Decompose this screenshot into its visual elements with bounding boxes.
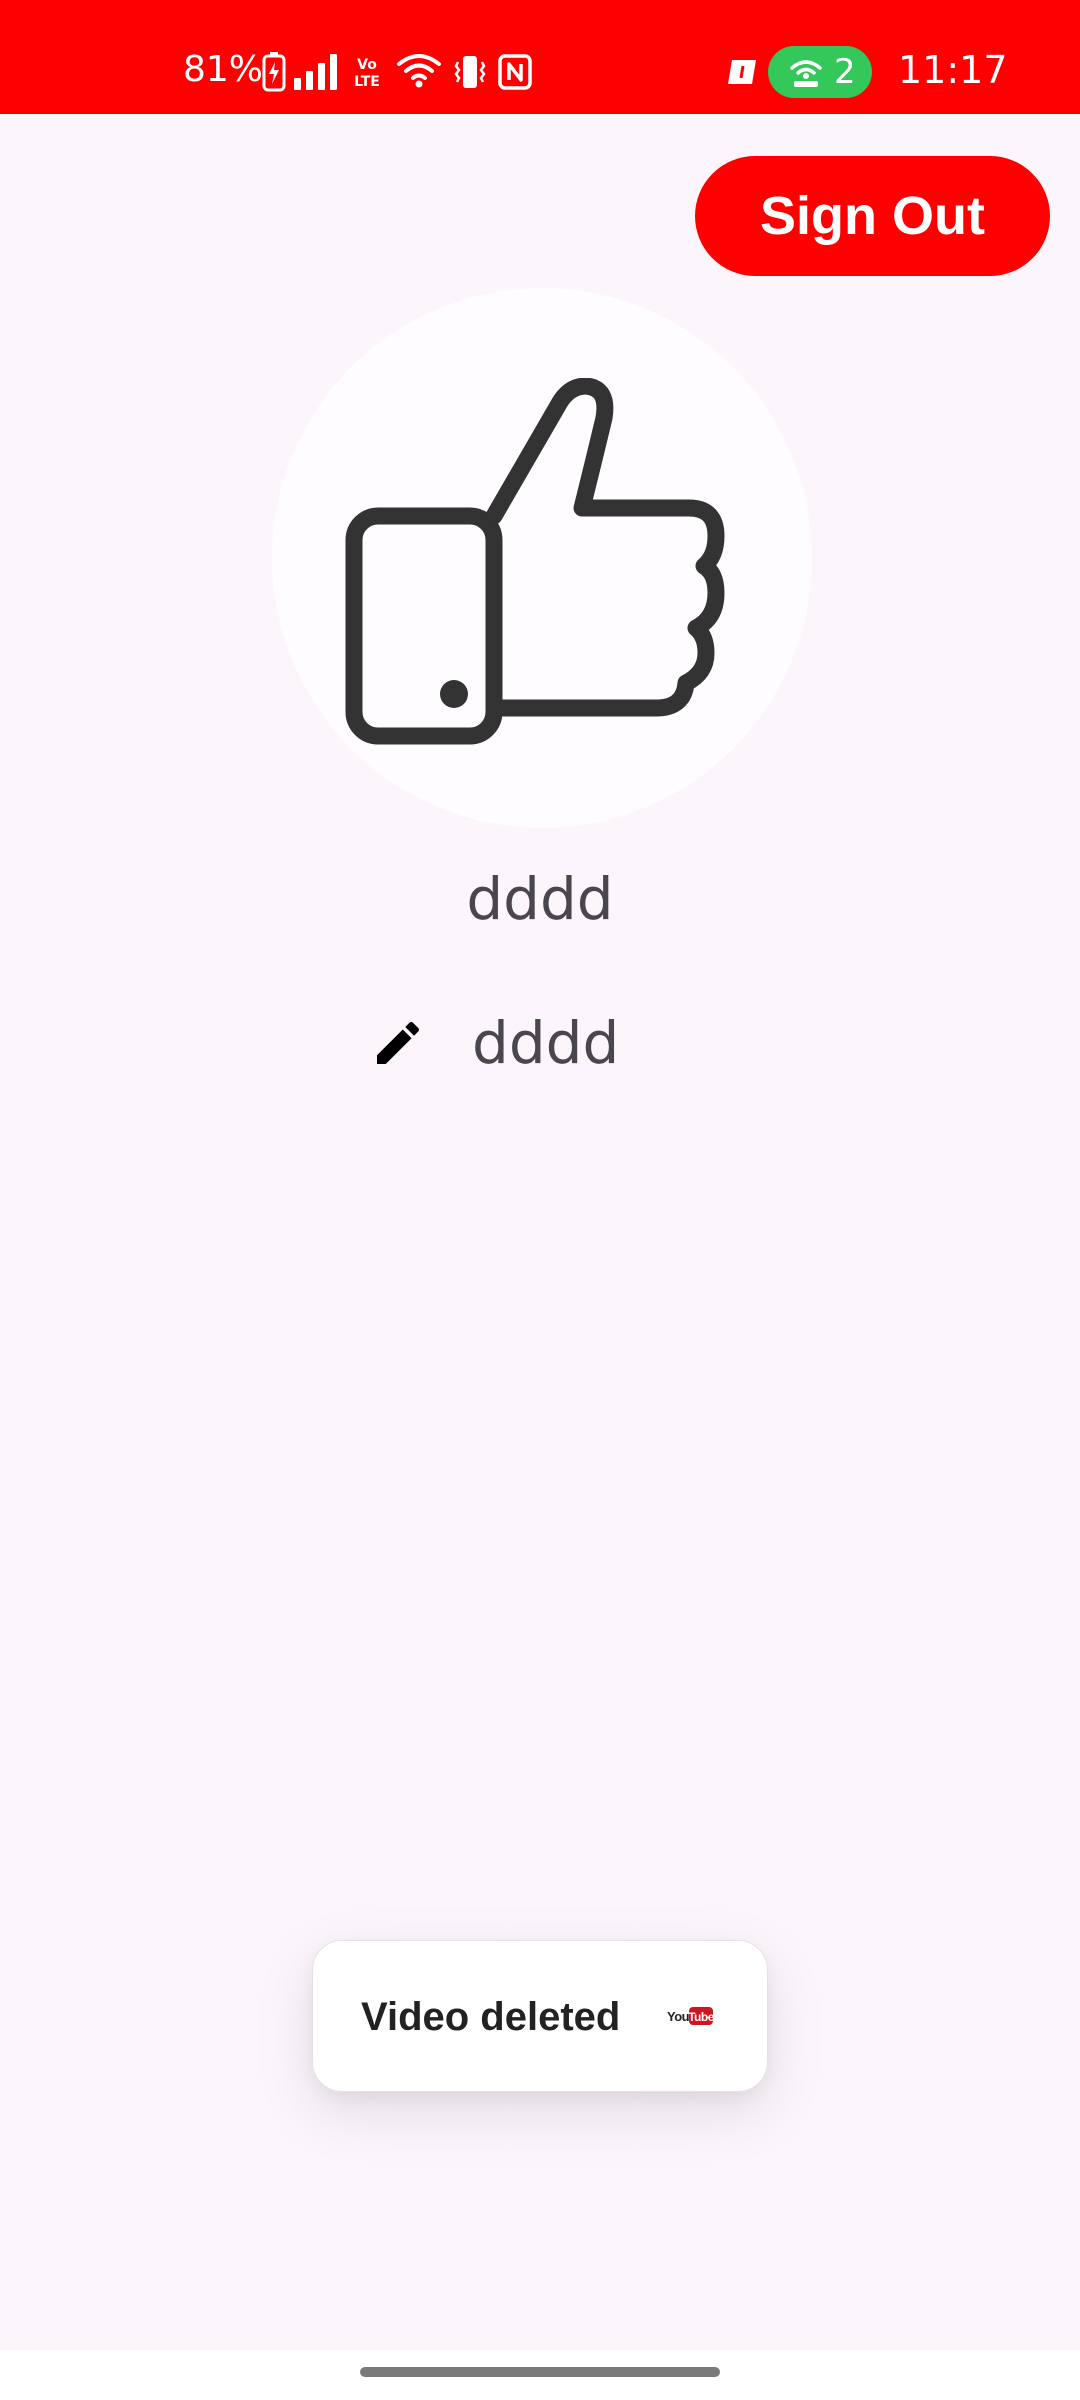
battery-percentage: 81% <box>183 49 264 90</box>
username-label: dddd <box>466 865 614 933</box>
toast-notification: Video deleted You Tube <box>312 1940 768 2092</box>
avatar[interactable] <box>272 288 812 828</box>
navigation-bar <box>0 2350 1080 2400</box>
volte-icon: Vo LTE <box>354 57 380 90</box>
hotspot-indicator[interactable]: 2 <box>768 46 872 98</box>
hotspot-icon <box>790 60 822 87</box>
thumbs-up-icon <box>345 378 725 745</box>
toast-message: Video deleted <box>361 1995 621 2039</box>
svg-text:Tube: Tube <box>688 2010 713 2024</box>
sign-out-button[interactable]: Sign Out <box>695 156 1050 276</box>
battery-charging-icon <box>262 52 286 92</box>
vibrate-icon <box>454 56 486 88</box>
svg-text:Vo: Vo <box>357 57 377 73</box>
hotspot-count: 2 <box>834 52 856 92</box>
signal-icon <box>294 54 337 90</box>
editable-name: dddd <box>472 1009 620 1077</box>
nfc-icon <box>498 54 532 90</box>
wifi-icon <box>397 54 441 88</box>
home-gesture-handle[interactable] <box>360 2367 720 2377</box>
clock: 11:17 <box>898 48 1008 92</box>
status-bar: 81% Vo LTE 2 11:17 <box>0 0 1080 114</box>
pencil-icon[interactable] <box>370 1015 426 1071</box>
notification-icon <box>728 60 756 84</box>
svg-text:You: You <box>667 2009 690 2024</box>
youtube-logo-icon: You Tube <box>667 2007 713 2025</box>
svg-text:LTE: LTE <box>354 74 380 90</box>
